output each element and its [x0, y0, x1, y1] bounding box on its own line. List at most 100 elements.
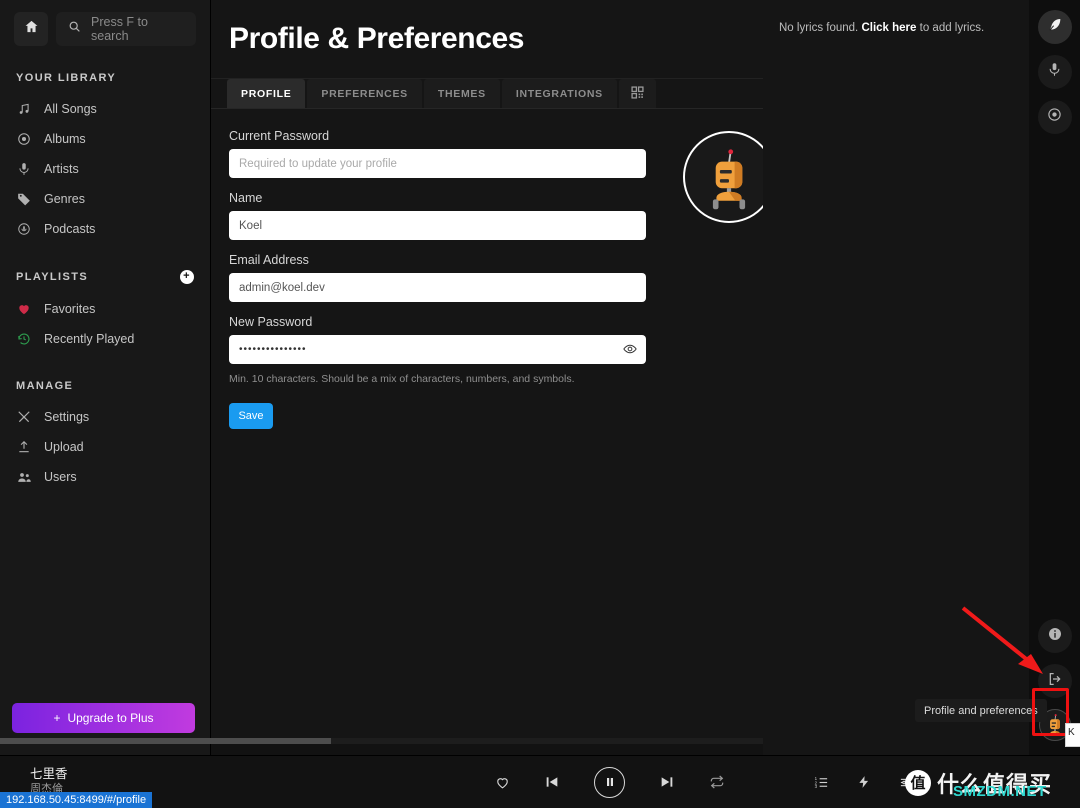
- tab-themes[interactable]: THEMES: [423, 79, 500, 108]
- disc-album-icon: [1047, 107, 1062, 127]
- tab-qr-code[interactable]: [618, 79, 656, 108]
- status-bar-url: 192.168.50.45:8499/#/profile: [0, 792, 153, 808]
- upgrade-label: Upgrade to Plus: [67, 711, 154, 725]
- lyrics-prefix: No lyrics found.: [779, 22, 862, 34]
- users-icon: [16, 469, 32, 485]
- sidebar-item-upload[interactable]: Upload: [0, 432, 210, 462]
- new-password-value: •••••••••••••••: [239, 344, 307, 355]
- manage-heading-label: MANAGE: [16, 380, 74, 392]
- right-rail: [1029, 0, 1080, 755]
- sidebar-item-label: Artists: [44, 162, 79, 176]
- sidebar-item-label: Favorites: [44, 302, 96, 316]
- email-input[interactable]: admin@koel.dev: [229, 273, 646, 302]
- feather-lyrics-icon: [1047, 17, 1063, 38]
- sidebar-item-favorites[interactable]: Favorites: [0, 294, 210, 324]
- visualizer-button[interactable]: [857, 775, 871, 789]
- svg-text:3: 3: [815, 784, 818, 789]
- name-value: Koel: [239, 219, 263, 232]
- microphone-icon: [16, 161, 32, 177]
- watermark: 值 什么值得买 SMZDM.NET: [905, 767, 1052, 800]
- lyrics-suffix: to add lyrics.: [916, 22, 985, 34]
- home-button[interactable]: [14, 12, 48, 46]
- sidebar-item-albums[interactable]: Albums: [0, 124, 210, 154]
- sidebar-item-label: All Songs: [44, 102, 97, 116]
- sidebar-item-all-songs[interactable]: All Songs: [0, 94, 210, 124]
- horizontal-scrollbar[interactable]: [0, 738, 763, 744]
- password-hint: Min. 10 characters. Should be a mix of c…: [229, 373, 575, 385]
- email-value: admin@koel.dev: [239, 281, 325, 294]
- rail-button-info[interactable]: [1037, 619, 1072, 653]
- lyrics-empty-message: No lyrics found. Click here to add lyric…: [779, 22, 1013, 34]
- info-icon: [1047, 626, 1063, 647]
- repeat-button[interactable]: [709, 774, 725, 790]
- mini-popup: K: [1065, 723, 1080, 747]
- profile-tooltip: Profile and preferences: [915, 699, 1047, 722]
- manage-heading: MANAGE: [0, 380, 210, 392]
- like-button[interactable]: [495, 775, 510, 790]
- name-label: Name: [229, 191, 263, 205]
- sidebar-item-genres[interactable]: Genres: [0, 184, 210, 214]
- logout-icon: [1047, 671, 1063, 692]
- pause-icon: [606, 778, 613, 786]
- rail-button-artist[interactable]: [1037, 55, 1072, 89]
- search-icon: [68, 20, 81, 38]
- sidebar-top-bar: Press F to search: [0, 12, 210, 46]
- email-label: Email Address: [229, 253, 309, 267]
- sidebar-item-podcasts[interactable]: Podcasts: [0, 214, 210, 244]
- search-placeholder: Press F to search: [91, 15, 148, 43]
- main-header: Profile & Preferences: [211, 0, 763, 79]
- podcast-icon: [16, 221, 32, 237]
- library-heading-label: YOUR LIBRARY: [16, 72, 117, 84]
- eye-icon[interactable]: [623, 342, 637, 359]
- tab-profile[interactable]: PROFILE: [227, 79, 306, 108]
- robot-avatar-icon: [712, 149, 746, 210]
- search-input[interactable]: Press F to search: [56, 12, 196, 46]
- rail-button-lyrics[interactable]: [1037, 10, 1072, 44]
- sidebar-item-artists[interactable]: Artists: [0, 154, 210, 184]
- sidebar-item-recently-played[interactable]: Recently Played: [0, 324, 210, 354]
- profile-avatar[interactable]: [683, 131, 775, 223]
- scrollbar-thumb[interactable]: [0, 738, 331, 744]
- tab-integrations[interactable]: INTEGRATIONS: [501, 79, 617, 108]
- home-icon: [24, 19, 39, 39]
- player-bar: 七里香 周杰倫 123 值 什么值得买 SMZDM.NET: [0, 755, 1080, 808]
- sidebar-item-label: Users: [44, 470, 77, 484]
- current-password-label: Current Password: [229, 129, 330, 143]
- add-lyrics-link[interactable]: Click here: [861, 22, 916, 34]
- sidebar-item-label: Genres: [44, 192, 85, 206]
- history-icon: [16, 331, 32, 347]
- playback-controls: [420, 766, 800, 798]
- rail-button-logout[interactable]: [1037, 664, 1072, 698]
- koel-app-window: Press F to search YOUR LIBRARY All Songs…: [0, 0, 1080, 808]
- sidebar-item-label: Upload: [44, 440, 84, 454]
- tools-icon: [16, 409, 32, 425]
- library-heading: YOUR LIBRARY: [0, 72, 210, 84]
- rail-button-album[interactable]: [1037, 100, 1072, 134]
- upload-icon: [16, 439, 32, 455]
- new-password-label: New Password: [229, 315, 313, 329]
- tab-preferences[interactable]: PREFERENCES: [307, 79, 422, 108]
- add-playlist-button[interactable]: +: [180, 270, 194, 284]
- sidebar-item-label: Albums: [44, 132, 86, 146]
- playlists-heading: PLAYLISTS +: [0, 270, 210, 284]
- sidebar-item-label: Podcasts: [44, 222, 96, 236]
- next-button[interactable]: [659, 774, 675, 790]
- disc-icon: [16, 131, 32, 147]
- upgrade-to-plus-button[interactable]: + Upgrade to Plus: [12, 703, 195, 733]
- lyrics-panel: No lyrics found. Click here to add lyric…: [763, 0, 1029, 755]
- save-button[interactable]: Save: [229, 403, 273, 429]
- play-pause-button[interactable]: [594, 766, 625, 798]
- queue-button[interactable]: 123: [814, 775, 829, 790]
- new-password-input[interactable]: •••••••••••••••: [229, 335, 646, 364]
- left-sidebar: Press F to search YOUR LIBRARY All Songs…: [0, 0, 211, 755]
- profile-form: Current Password Required to update your…: [211, 109, 775, 429]
- sidebar-item-users[interactable]: Users: [0, 462, 210, 492]
- sidebar-item-settings[interactable]: Settings: [0, 402, 210, 432]
- name-input[interactable]: Koel: [229, 211, 646, 240]
- now-playing-title: 七里香: [30, 767, 68, 781]
- microphone-artist-icon: [1047, 62, 1062, 82]
- main-content: Profile & Preferences PROFILE PREFERENCE…: [211, 0, 775, 740]
- watermark-net: SMZDM.NET: [953, 782, 1047, 800]
- current-password-input[interactable]: Required to update your profile: [229, 149, 646, 178]
- previous-button[interactable]: [544, 774, 560, 790]
